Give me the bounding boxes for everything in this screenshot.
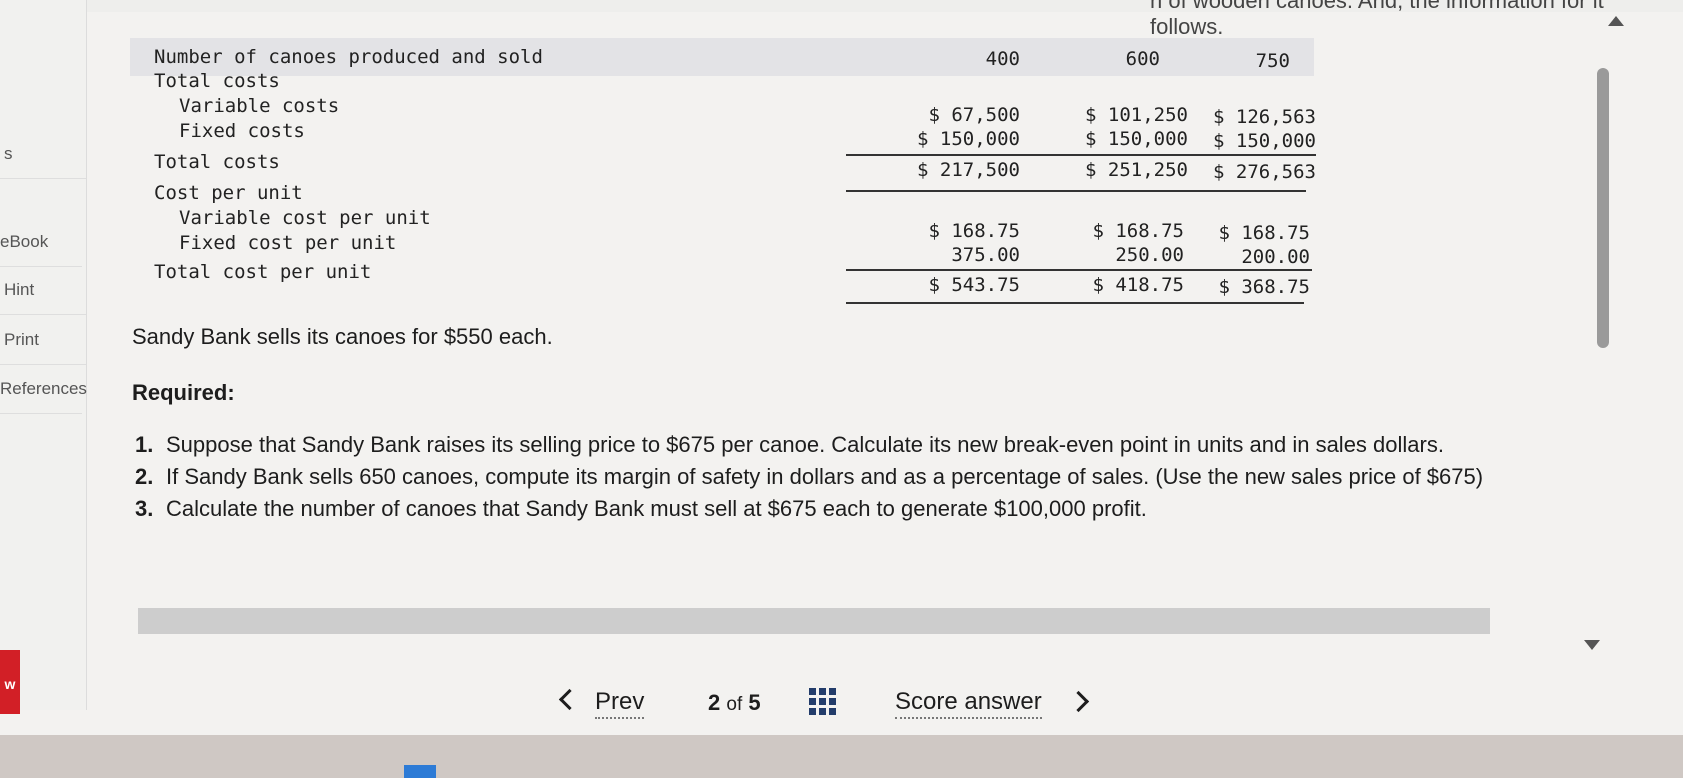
sidebar: s eBook Hint Print References <box>0 0 87 710</box>
sidebar-item-ebook[interactable]: eBook <box>0 218 82 267</box>
question-item: 3. Calculate the number of canoes that S… <box>133 496 1573 522</box>
sidebar-item-label: References <box>0 379 87 398</box>
sidebar-item-hint[interactable]: Hint <box>0 266 86 315</box>
row-label-fixed-costs: Fixed costs <box>179 120 305 142</box>
scroll-up-arrow-icon[interactable] <box>1608 16 1624 26</box>
page-current: 2 <box>708 690 721 715</box>
sidebar-item-label: Print <box>4 330 39 349</box>
scroll-down-arrow-icon[interactable] <box>1584 640 1600 650</box>
taskbar <box>0 735 1683 778</box>
table-header-label: Number of canoes produced and sold <box>154 46 543 68</box>
cell-variable-costs-750: $ 126,563 <box>1213 106 1316 128</box>
chevron-right-icon[interactable] <box>1067 690 1090 713</box>
windows-start-icon[interactable] <box>404 765 436 778</box>
question-number: 3. <box>135 496 154 521</box>
total-costs-rule <box>846 190 1306 192</box>
question-text: If Sandy Bank sells 650 canoes, compute … <box>166 464 1484 489</box>
question-text: Suppose that Sandy Bank raises its selli… <box>166 432 1444 457</box>
required-heading: Required: <box>132 380 235 405</box>
sidebar-item-print[interactable]: Print <box>0 316 86 365</box>
question-number: 2. <box>135 464 154 489</box>
top-cutoff-text: n of wooden canoes. And, the information… <box>1150 0 1604 39</box>
row-label-total-cost-per-unit: Total cost per unit <box>154 261 372 283</box>
column-header-600: 600 <box>1125 48 1160 70</box>
subtotal-rule-750 <box>1166 154 1316 156</box>
question-item: 2. If Sandy Bank sells 650 canoes, compu… <box>133 464 1573 490</box>
total-per-unit-rule <box>846 302 1304 304</box>
sidebar-item-label: Hint <box>4 280 35 299</box>
sidebar-item-label: s <box>4 144 13 163</box>
page-indicator: 2 of 5 <box>708 690 761 716</box>
question-grid-icon[interactable] <box>809 688 836 715</box>
row-label-cost-per-unit: Cost per unit <box>154 182 303 204</box>
column-header-750: 750 <box>1255 50 1290 72</box>
sidebar-item-references[interactable]: References <box>0 365 87 414</box>
row-label-variable-cost-per-unit: Variable cost per unit <box>179 207 431 229</box>
cell-total-costs-750: $ 276,563 <box>1213 161 1316 183</box>
row-label-total-costs: Total costs <box>154 151 280 173</box>
scrollbar-thumb[interactable] <box>1597 68 1609 348</box>
chevron-left-icon[interactable] <box>558 688 581 711</box>
questions-list: 1. Suppose that Sandy Bank raises its se… <box>133 432 1573 528</box>
cell-total-cost-per-unit-750: $ 368.75 <box>1218 276 1310 298</box>
page-total: 5 <box>748 690 761 715</box>
answer-area-bar <box>138 608 1490 634</box>
row-label-fixed-cost-per-unit: Fixed cost per unit <box>179 232 397 254</box>
question-item: 1. Suppose that Sandy Bank raises its se… <box>133 432 1573 458</box>
question-text: Calculate the number of canoes that Sand… <box>166 496 1147 521</box>
cell-fixed-costs-750: $ 150,000 <box>1213 130 1316 152</box>
row-label-total-costs-head: Total costs <box>154 70 280 92</box>
cell-fixed-cost-per-unit-750: 200.00 <box>1241 246 1310 268</box>
app-logo-badge: w <box>0 650 20 714</box>
score-answer-button[interactable]: Score answer <box>895 688 1042 719</box>
cell-variable-cost-per-unit-750: $ 168.75 <box>1218 222 1310 244</box>
page-of: of <box>726 694 743 715</box>
sidebar-item-label: eBook <box>0 232 49 251</box>
selling-price-text: Sandy Bank sells its canoes for $550 eac… <box>132 324 553 349</box>
sidebar-item-s[interactable]: s <box>0 130 86 179</box>
per-unit-rule-750 <box>1166 269 1312 271</box>
question-number: 1. <box>135 432 154 457</box>
prev-button[interactable]: Prev <box>595 688 645 719</box>
row-label-variable-costs: Variable costs <box>179 95 340 117</box>
